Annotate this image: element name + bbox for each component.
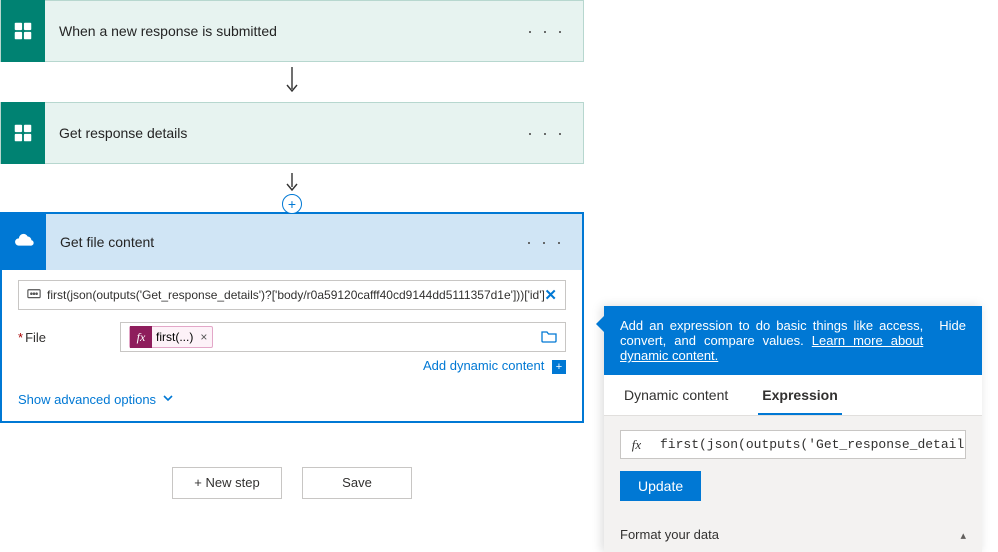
remove-token-icon[interactable]: ×: [197, 330, 210, 344]
chevron-down-icon: [162, 392, 174, 407]
arrow-down-icon: [284, 67, 300, 98]
add-dynamic-content-link[interactable]: Add dynamic content +: [423, 358, 566, 373]
add-dc-plus-icon: +: [552, 360, 566, 374]
step-title: Get file content: [46, 234, 526, 250]
forms-icon: [1, 102, 45, 164]
ellipsis-icon[interactable]: · · ·: [527, 123, 565, 144]
step-header[interactable]: Get file content · · ·: [2, 214, 582, 270]
fx-icon: fx: [130, 326, 152, 348]
arrow-connector: [0, 62, 584, 102]
step-title: Get response details: [45, 125, 527, 141]
forms-icon: [1, 0, 45, 62]
fx-icon: fx: [620, 430, 652, 459]
close-icon[interactable]: ✕: [544, 286, 557, 304]
ellipsis-icon[interactable]: · · ·: [527, 21, 565, 42]
format-heading: Format your data: [620, 527, 719, 542]
expression-flyout: Add an expression to do basic things lik…: [604, 306, 982, 552]
arrow-down-icon: [284, 173, 300, 196]
update-button[interactable]: Update: [620, 471, 701, 501]
scroll-up-icon[interactable]: ▴: [950, 529, 966, 542]
file-input[interactable]: fx first(...) ×: [120, 322, 566, 352]
expression-input[interactable]: first(json(outputs('Get_response_details: [652, 430, 966, 459]
ellipsis-icon[interactable]: · · ·: [526, 232, 564, 253]
show-advanced-options[interactable]: Show advanced options: [18, 392, 174, 407]
flyout-tabs: Dynamic content Expression: [604, 375, 982, 416]
rename-bar: first(json(outputs('Get_response_details…: [18, 280, 566, 310]
tab-dynamic-content[interactable]: Dynamic content: [620, 375, 732, 415]
tab-expression[interactable]: Expression: [758, 375, 841, 415]
param-file-row: *File fx first(...) ×: [18, 322, 566, 352]
comment-icon: [27, 288, 41, 302]
hide-link[interactable]: Hide: [939, 318, 966, 363]
flyout-pointer: [596, 316, 604, 332]
expression-editor: fx first(json(outputs('Get_response_deta…: [620, 430, 966, 459]
onedrive-icon: [2, 214, 46, 270]
step-get-response-details[interactable]: Get response details · · ·: [0, 102, 584, 164]
arrow-connector: +: [0, 164, 584, 204]
expression-token[interactable]: fx first(...) ×: [129, 326, 213, 348]
step-get-file-content: Get file content · · · first(json(output…: [0, 212, 584, 423]
rename-text: first(json(outputs('Get_response_details…: [47, 288, 544, 302]
add-step-plus-icon[interactable]: +: [282, 194, 302, 214]
param-label: *File: [18, 330, 108, 345]
flyout-header: Add an expression to do basic things lik…: [604, 306, 982, 375]
save-button[interactable]: Save: [302, 467, 412, 499]
folder-picker-icon[interactable]: [541, 329, 557, 346]
new-step-button[interactable]: + New step: [172, 467, 282, 499]
step-trigger[interactable]: When a new response is submitted · · ·: [0, 0, 584, 62]
step-title: When a new response is submitted: [45, 23, 527, 39]
